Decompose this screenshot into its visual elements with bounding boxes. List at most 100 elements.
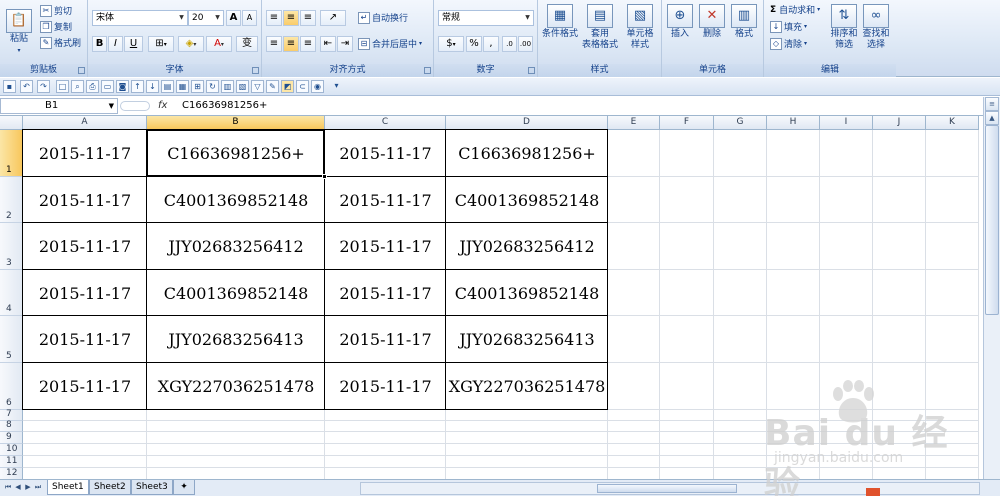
formula-slider-handle[interactable] [120,101,150,111]
column-header-b[interactable]: B [147,116,325,130]
decrease-decimal-button[interactable]: .00 [518,36,533,52]
cut-button[interactable]: ✂ 剪切 [38,3,74,18]
column-header-d[interactable]: D [446,116,608,130]
sort-ascending-icon[interactable]: ↑ [131,80,144,93]
font-size-combo[interactable]: 20 ▼ [188,10,224,26]
link-icon[interactable]: ⊂ [296,80,309,93]
font-name-combo[interactable]: 宋体 ▼ [92,10,188,26]
row-header-12[interactable]: 12 [0,468,23,479]
chevron-down-icon[interactable]: ▼ [109,99,114,113]
format-as-table-button[interactable]: ▤ 套用 表格格式 [580,2,620,60]
name-box[interactable]: B1 ▼ [0,98,118,114]
cell-a3[interactable]: 2015-11-17 [23,223,147,270]
column-header-e[interactable]: E [608,116,660,130]
pivot-icon[interactable]: ▧ [236,80,249,93]
dialog-launcher-icon[interactable] [528,67,535,74]
decrease-indent-button[interactable]: ⇤ [320,36,336,52]
sort-filter-button[interactable]: ⇅ 排序和 筛选 [828,2,860,60]
column-header-c[interactable]: C [325,116,446,130]
row-header-2[interactable]: 2 [0,177,23,223]
formula-input[interactable]: C16636981256+ [182,98,267,114]
cell-d3[interactable]: JJY02683256412 [446,223,608,270]
comma-button[interactable]: , [483,36,499,52]
column-header-g[interactable]: G [714,116,767,130]
cell-c2[interactable]: 2015-11-17 [325,177,446,223]
row-header-6[interactable]: 6 [0,363,23,410]
split-box[interactable]: ≡ [985,97,999,111]
align-center-button[interactable]: ≡ [283,36,299,52]
bold-button[interactable]: B [92,36,107,52]
column-header-j[interactable]: J [873,116,926,130]
horizontal-scroll-thumb[interactable] [597,484,737,493]
row-header-10[interactable]: 10 [0,444,23,456]
copy-button[interactable]: ❐ 复制 [38,19,74,34]
sheet-tab-1[interactable]: Sheet1 [47,480,89,495]
cell-d5[interactable]: JJY02683256413 [446,316,608,363]
cell-a6[interactable]: 2015-11-17 [23,363,147,410]
cell-d6[interactable]: XGY227036251478 [446,363,608,410]
chart-icon[interactable]: ▥ [221,80,234,93]
align-top-button[interactable]: ≡ [266,10,282,26]
sheet-tab-2[interactable]: Sheet2 [89,480,131,495]
cell-styles-button[interactable]: ▧ 单元格 样式 [620,2,660,60]
paste-button[interactable]: 📋 粘贴 ▾ [2,2,36,60]
row-header-1[interactable]: 1 [0,130,23,177]
row-header-4[interactable]: 4 [0,270,23,316]
align-right-button[interactable]: ≡ [300,36,316,52]
wrap-text-button[interactable]: ↵ 自动换行 [356,10,410,25]
align-bottom-button[interactable]: ≡ [300,10,316,26]
row-header-11[interactable]: 11 [0,456,23,468]
underline-button[interactable]: U [124,36,143,52]
select-all-corner[interactable] [0,116,23,130]
print-preview-icon[interactable]: ⌕ [71,80,84,93]
column-header-i[interactable]: I [820,116,873,130]
next-sheet-icon[interactable]: ▶ [23,482,33,493]
chevron-down-icon[interactable]: ▼ [177,12,186,24]
borders-button[interactable]: ⊞▾ [148,36,174,52]
percent-button[interactable]: % [466,36,482,52]
color-icon[interactable]: ◉ [311,80,324,93]
redo-icon[interactable]: ↷ [37,80,50,93]
dialog-launcher-icon[interactable] [424,67,431,74]
cell-c4[interactable]: 2015-11-17 [325,270,446,316]
fill-button[interactable]: ↓ 填充 ▾ [768,19,809,34]
italic-button[interactable]: I [108,36,123,52]
chevron-down-icon[interactable]: ▼ [213,12,222,24]
number-format-combo[interactable]: 常规 ▼ [438,10,534,26]
dialog-launcher-icon[interactable] [78,67,85,74]
vertical-scrollbar[interactable]: ≡ ▲ [983,97,1000,496]
filter-icon[interactable]: ▽ [251,80,264,93]
column-header-f[interactable]: F [660,116,714,130]
cell-d1[interactable]: C16636981256+ [446,130,608,177]
format-cells-button[interactable]: ▥ 格式 [728,2,760,60]
autosum-button[interactable]: Σ 自动求和 ▾ [768,2,822,17]
cell-c5[interactable]: 2015-11-17 [325,316,446,363]
currency-button[interactable]: $▾ [438,36,464,52]
fill-handle[interactable] [322,174,327,179]
cell-b5[interactable]: JJY02683256413 [147,316,325,363]
font-color-button[interactable]: A▾ [206,36,232,52]
active-cell-selection[interactable] [146,129,327,179]
cell-a5[interactable]: 2015-11-17 [23,316,147,363]
cell-c1[interactable]: 2015-11-17 [325,130,446,177]
align-left-button[interactable]: ≡ [266,36,282,52]
column-header-h[interactable]: H [767,116,820,130]
grid-icon[interactable]: ⊞ [191,80,204,93]
undo-icon[interactable]: ↶ [20,80,33,93]
cell-a2[interactable]: 2015-11-17 [23,177,147,223]
insert-cells-button[interactable]: ⊕ 插入 [664,2,696,60]
increase-indent-button[interactable]: ⇥ [337,36,353,52]
row-header-9[interactable]: 9 [0,432,23,444]
last-sheet-icon[interactable]: ⏭ [33,482,43,493]
cell-a4[interactable]: 2015-11-17 [23,270,147,316]
shrink-font-button[interactable]: A [242,10,257,26]
cell-b6[interactable]: XGY227036251478 [147,363,325,410]
brush-icon[interactable]: ✎ [266,80,279,93]
row-header-8[interactable]: 8 [0,420,23,432]
delete-cells-button[interactable]: ✕ 删除 [696,2,728,60]
highlight-icon[interactable]: ◩ [281,80,294,93]
insert-sheet-icon[interactable]: ✦ [173,480,195,495]
table-icon[interactable]: ▦ [176,80,189,93]
align-middle-button[interactable]: ≡ [283,10,299,26]
row-header-5[interactable]: 5 [0,316,23,363]
